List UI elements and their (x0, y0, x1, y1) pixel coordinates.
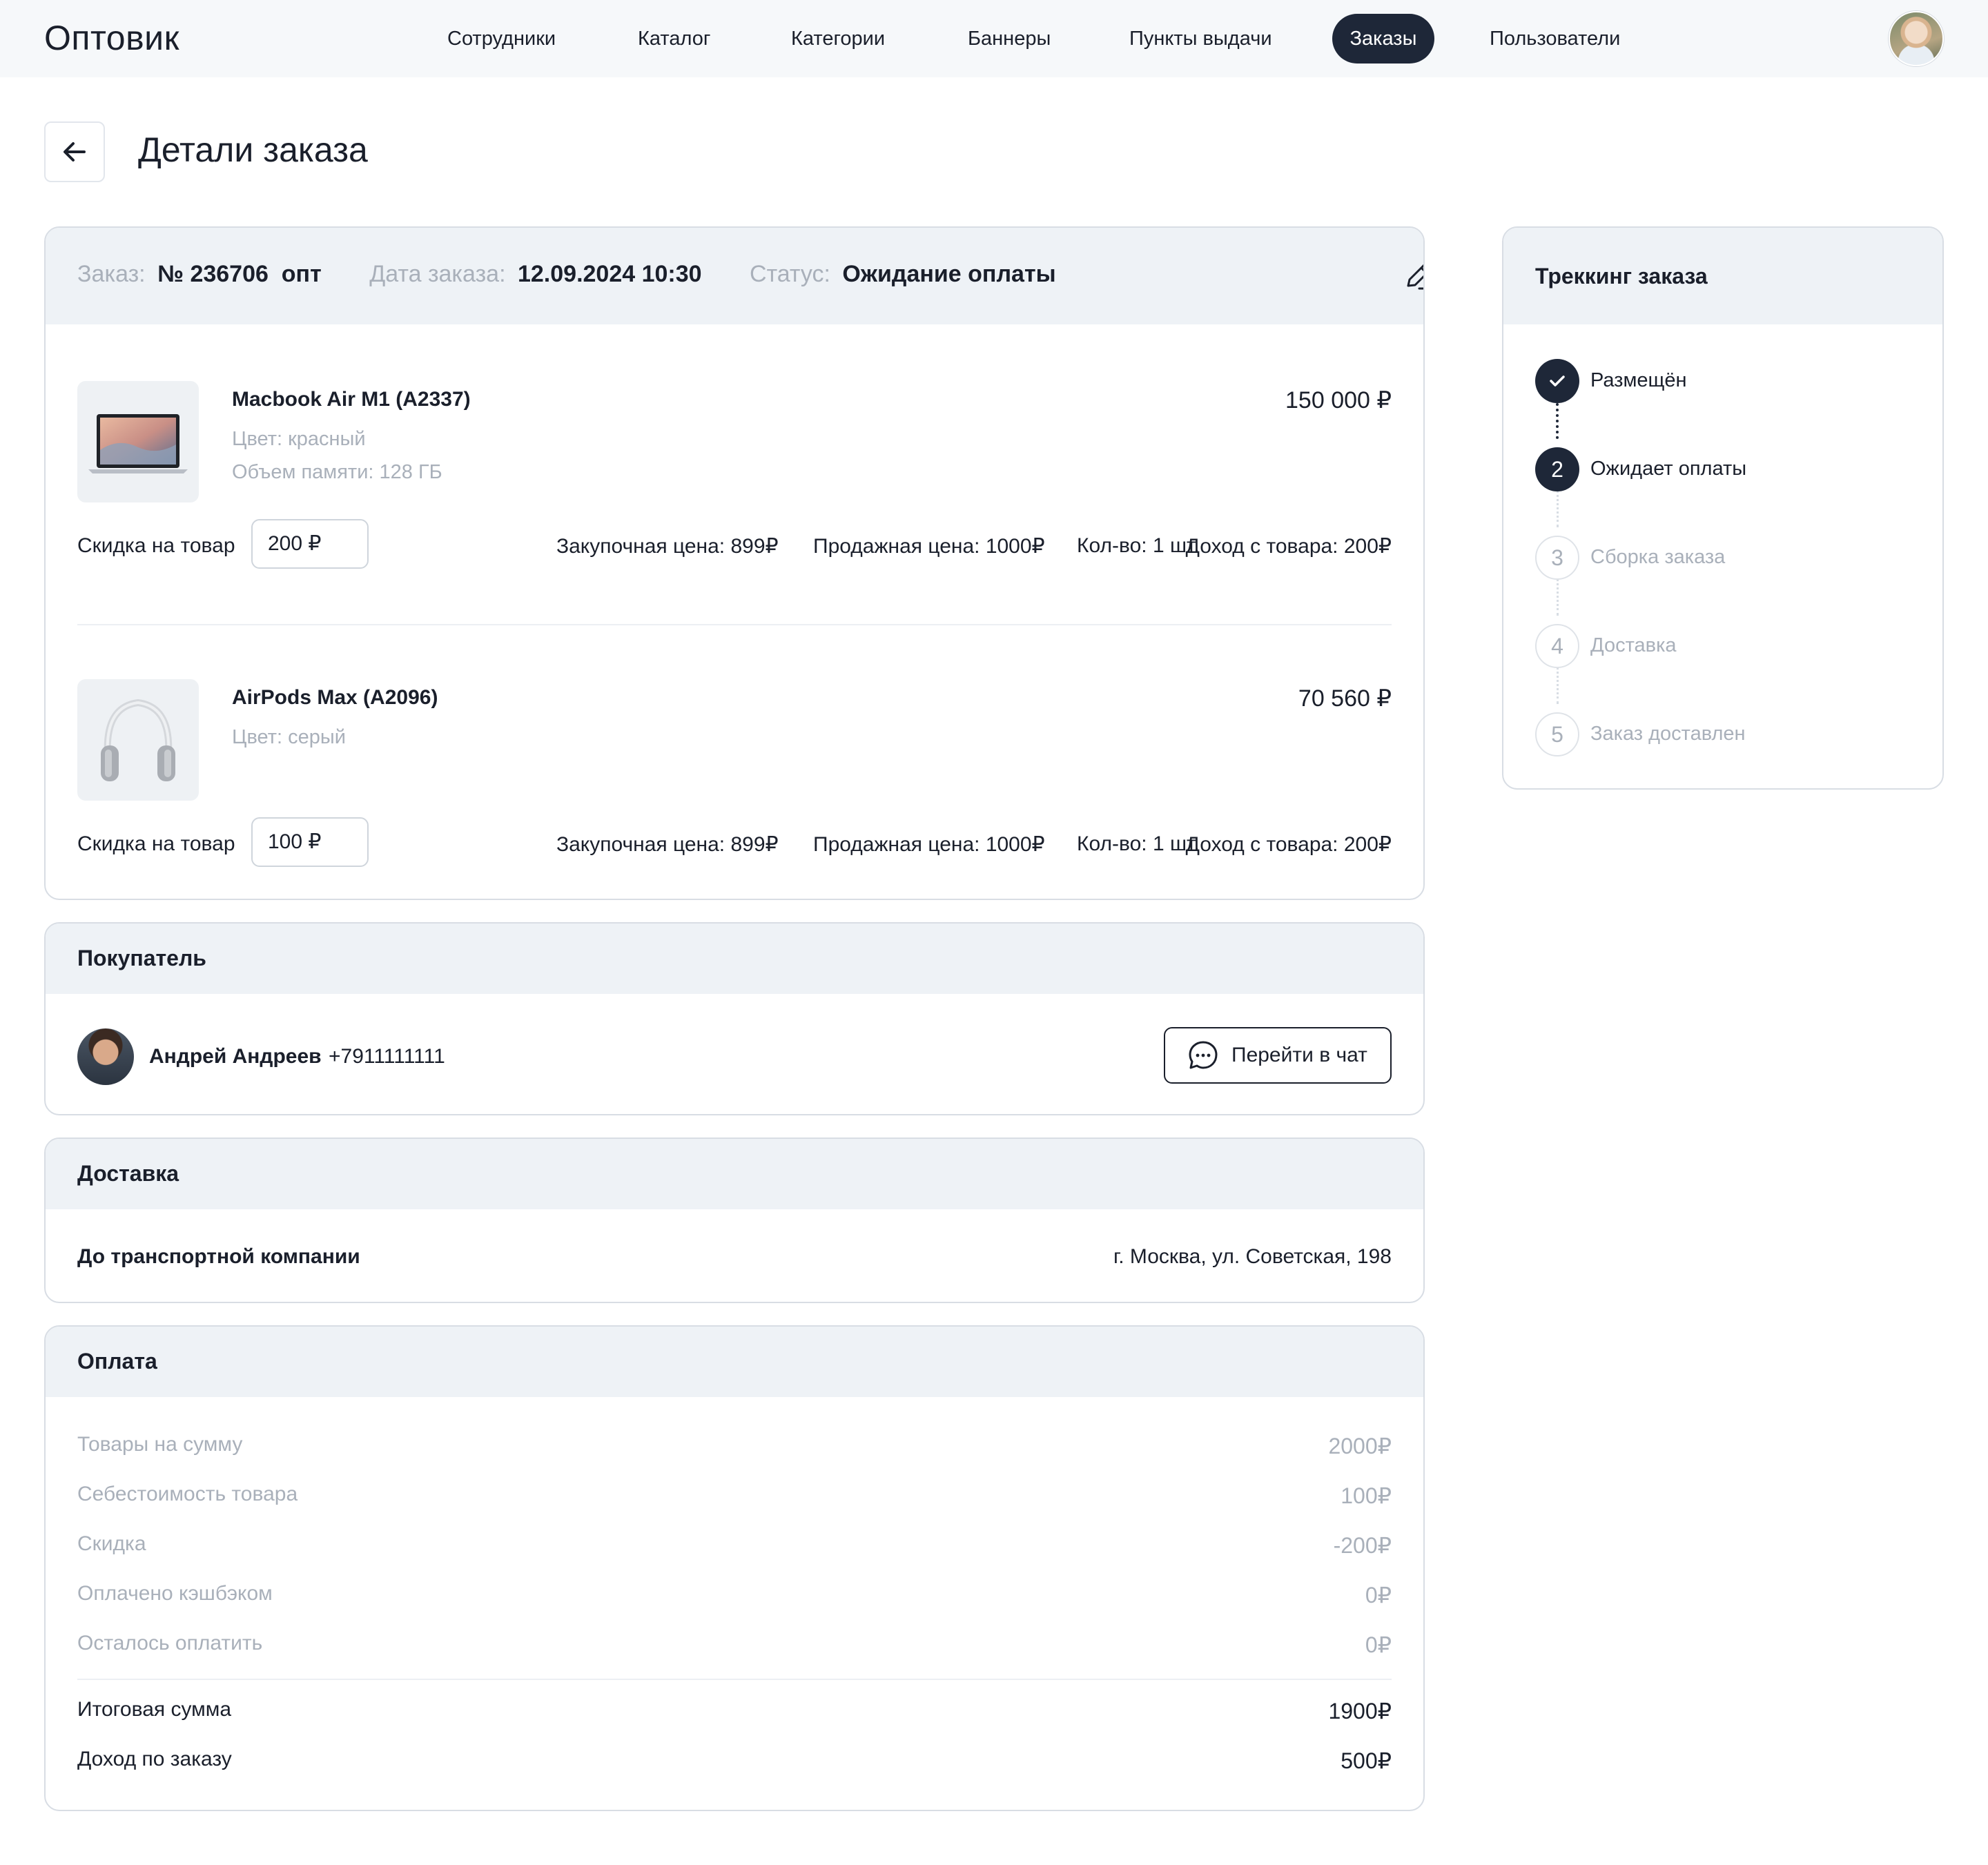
order-number: № 236706 опт (157, 261, 322, 287)
buyer-avatar (77, 1028, 134, 1085)
product-memory: Объем памяти: 128 ГБ (232, 461, 442, 483)
discount-input[interactable]: 100 ₽ (251, 817, 369, 867)
buyer-title: Покупатель (77, 946, 206, 970)
go-to-chat-label: Перейти в чат (1231, 1044, 1367, 1066)
delivery-title: Доставка (77, 1161, 179, 1186)
headphones-icon (101, 699, 175, 781)
nav-item-orders[interactable]: Заказы (1332, 14, 1434, 64)
back-button[interactable] (44, 121, 105, 182)
payment-label: Оплачено кэшбэком (77, 1582, 273, 1605)
order-number-label: Заказ: (77, 261, 146, 287)
step-marker: 3 (1535, 536, 1579, 580)
tracking-card: Треккинг заказа Размещён 2 Ожидает оплат… (1502, 226, 1944, 790)
payment-value: 100₽ (1341, 1483, 1392, 1508)
delivery-header: Доставка (46, 1139, 1423, 1209)
step-marker: 5 (1535, 712, 1579, 756)
delivery-method: До транспортной компании (77, 1245, 360, 1268)
quantity: Кол-во: 1 шт. (1077, 534, 1200, 557)
step-marker: 4 (1535, 624, 1579, 668)
payment-value: 0₽ (1365, 1583, 1392, 1608)
order-item: Macbook Air M1 (A2337) Цвет: красный Объ… (77, 381, 1392, 574)
divider (77, 624, 1392, 625)
step-marker (1535, 359, 1579, 403)
quantity: Кол-во: 1 шт. (1077, 832, 1200, 855)
discount-label: Скидка на товар (77, 534, 235, 557)
step-connector (1557, 486, 1559, 527)
user-avatar[interactable] (1889, 11, 1944, 66)
income-label: Доход по заказу (77, 1748, 232, 1770)
arrow-left-icon (64, 142, 86, 162)
purchase-price: Закупочная цена: 899₽ (556, 833, 779, 856)
order-card: Заказ: № 236706 опт Дата заказа: 12.09.2… (44, 226, 1425, 900)
product-name[interactable]: Macbook Air M1 (A2337) (232, 388, 471, 411)
payment-card: Оплата Товары на сумму 2000₽ Себестоимос… (44, 1325, 1425, 1811)
discount-label: Скидка на товар (77, 832, 235, 855)
item-income: Доход с товара: 200₽ (1185, 833, 1392, 856)
order-status-label: Статус: (750, 261, 830, 287)
order-summary-line: Заказ: № 236706 опт Дата заказа: 12.09.2… (77, 261, 1098, 288)
step-label: Доставка (1590, 634, 1677, 656)
order-item: AirPods Max (A2096) Цвет: серый 70 560 ₽… (77, 679, 1392, 872)
purchase-price: Закупочная цена: 899₽ (556, 535, 779, 558)
tracking-title: Треккинг заказа (1535, 264, 1708, 289)
nav-item-categories[interactable]: Категории (774, 14, 902, 64)
discount-input[interactable]: 200 ₽ (251, 519, 369, 569)
payment-header: Оплата (46, 1327, 1423, 1397)
payment-value: 0₽ (1365, 1632, 1392, 1657)
delivery-address: г. Москва, ул. Советская, 198 (1113, 1245, 1392, 1268)
tracking-header: Треккинг заказа (1503, 228, 1942, 324)
nav-item-employees[interactable]: Сотрудники (431, 14, 572, 64)
order-status: Ожидание оплаты (842, 261, 1056, 287)
step-connector (1557, 663, 1559, 704)
buyer-card: Покупатель Андрей Андреев +7911111111 Пе… (44, 922, 1425, 1115)
buyer-phone: +7911111111 (329, 1045, 445, 1068)
step-label: Ожидает оплаты (1590, 458, 1747, 480)
product-name[interactable]: AirPods Max (A2096) (232, 686, 438, 710)
top-navbar: Оптовик Сотрудники Каталог Категории Бан… (0, 0, 1988, 77)
nav-item-catalog[interactable]: Каталог (621, 14, 727, 64)
sale-price: Продажная цена: 1000₽ (813, 833, 1045, 856)
product-image-macbook (77, 381, 199, 502)
product-price: 70 560 ₽ (1298, 685, 1392, 712)
product-price: 150 000 ₽ (1285, 387, 1392, 413)
nav-item-banners[interactable]: Баннеры (951, 14, 1067, 64)
step-connector (1557, 574, 1559, 616)
payment-value: -200₽ (1333, 1533, 1392, 1558)
payment-value: 2000₽ (1328, 1434, 1392, 1458)
item-income: Доход с товара: 200₽ (1185, 535, 1392, 558)
buyer-header: Покупатель (46, 924, 1423, 994)
page-title: Детали заказа (138, 130, 368, 169)
step-label: Размещён (1590, 369, 1687, 391)
main-nav: Сотрудники Каталог Категории Баннеры Пун… (0, 0, 1988, 77)
nav-item-pickup-points[interactable]: Пункты выдачи (1113, 14, 1289, 64)
step-marker: 2 (1535, 447, 1579, 491)
payment-label: Товары на сумму (77, 1433, 243, 1456)
total-value: 1900₽ (1328, 1699, 1392, 1724)
order-date: 12.09.2024 10:30 (517, 261, 702, 287)
product-color: Цвет: красный (232, 428, 366, 450)
go-to-chat-button[interactable]: Перейти в чат (1164, 1027, 1392, 1084)
order-header: Заказ: № 236706 опт Дата заказа: 12.09.2… (46, 228, 1423, 324)
product-color: Цвет: серый (232, 726, 346, 748)
nav-item-users[interactable]: Пользователи (1473, 14, 1637, 64)
income-value: 500₽ (1341, 1748, 1392, 1773)
payment-title: Оплата (77, 1349, 157, 1374)
payment-label: Себестоимость товара (77, 1483, 298, 1505)
laptop-icon (88, 414, 188, 473)
order-date-label: Дата заказа: (369, 261, 506, 287)
buyer-name[interactable]: Андрей Андреев (149, 1045, 322, 1068)
delivery-card: Доставка До транспортной компании г. Мос… (44, 1137, 1425, 1303)
sale-price: Продажная цена: 1000₽ (813, 535, 1045, 558)
step-label: Сборка заказа (1590, 546, 1726, 568)
payment-label: Осталось оплатить (77, 1632, 263, 1654)
step-label: Заказ доставлен (1590, 723, 1746, 745)
check-icon (1550, 375, 1565, 387)
total-label: Итоговая сумма (77, 1698, 232, 1721)
divider (77, 1679, 1392, 1680)
pencil-icon[interactable] (1404, 261, 1425, 291)
payment-label: Скидка (77, 1532, 146, 1555)
chat-bubble-icon (1189, 1041, 1218, 1069)
step-connector (1556, 398, 1559, 439)
product-image-airpods (77, 679, 199, 801)
